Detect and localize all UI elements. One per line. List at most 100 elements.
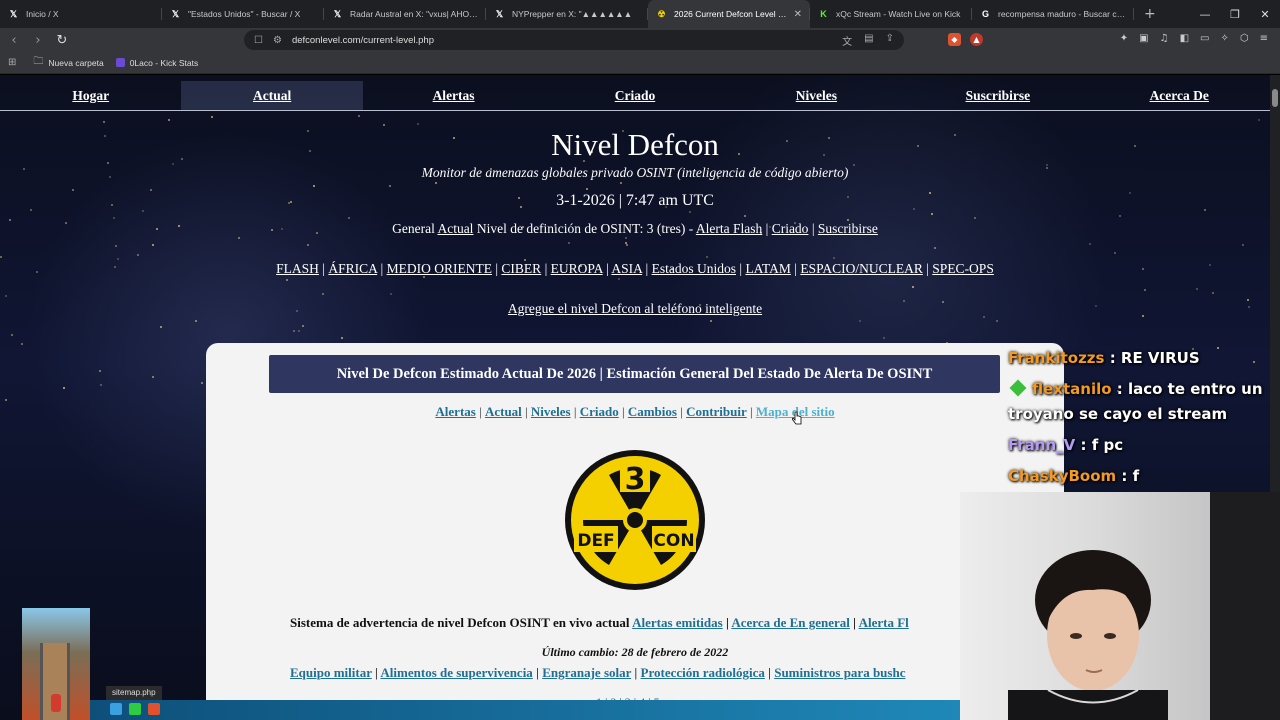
region-link[interactable]: SPEC-OPS (932, 261, 994, 276)
browser-tab[interactable]: 𝕏 NYPrepper en X: "▲▲▲▲▲▲ (486, 0, 648, 28)
split-view-icon[interactable]: ◧ (1180, 33, 1189, 44)
region-link[interactable]: ASIA (611, 261, 642, 276)
nav-link[interactable]: Criado (544, 81, 725, 110)
taskbar-app-icon[interactable] (110, 703, 122, 715)
runner-character (51, 694, 61, 712)
criado-link[interactable]: Criado (772, 221, 809, 236)
nav-link[interactable]: Hogar (0, 81, 181, 110)
region-link[interactable]: ÁFRICA (328, 261, 377, 276)
product-link[interactable]: Alimentos de supervivencia (380, 665, 532, 680)
taskbar-strip (90, 700, 960, 720)
reader-icon[interactable]: ▤ (864, 33, 873, 48)
forward-icon[interactable]: › (28, 33, 48, 48)
page-title: Nivel Defcon (551, 127, 719, 162)
scrollbar-thumb[interactable] (1272, 89, 1278, 107)
stream-chat-overlay: Frankitozzs : RE VIRUS flextanilo : laco… (1008, 346, 1270, 495)
panel-link[interactable]: Criado (580, 404, 619, 419)
panel-link[interactable]: Alertas (435, 404, 475, 419)
x-logo-icon: 𝕏 (9, 8, 18, 19)
region-link[interactable]: FLASH (276, 261, 319, 276)
window-controls: — ❐ ✕ (1190, 0, 1280, 28)
nav-link[interactable]: Suscribirse (907, 81, 1088, 110)
new-tab-icon[interactable]: + (1134, 6, 1166, 22)
nav-link[interactable]: Niveles (726, 81, 907, 110)
browser-tab[interactable]: 𝕏 Radar Austral en X: "vxus| AHORA: M (324, 0, 486, 28)
brave-app-icon[interactable] (148, 703, 160, 715)
about-general-link[interactable]: Acerca de En general (731, 615, 850, 630)
region-links: FLASH | ÁFRICA | MEDIO ORIENTE | CIBER |… (276, 261, 994, 276)
x-logo-icon: 𝕏 (171, 8, 180, 19)
product-link[interactable]: Engranaje solar (542, 665, 631, 680)
kick-app-icon[interactable] (129, 703, 141, 715)
chat-message: ChaskyBoom : f (1008, 464, 1270, 489)
flash-alert-link-2[interactable]: Alerta Fl (859, 615, 909, 630)
panel-link[interactable]: Actual (485, 404, 522, 419)
region-link[interactable]: EUROPA (551, 261, 603, 276)
close-tab-icon[interactable]: ✕ (794, 9, 802, 20)
chat-text: : f pc (1075, 436, 1124, 454)
chat-username: ChaskyBoom (1008, 467, 1117, 485)
browser-tab[interactable]: KxQc Stream - Watch Live on Kick (810, 0, 972, 28)
nav-link[interactable]: Actual (181, 81, 363, 110)
actual-link[interactable]: Actual (437, 221, 473, 236)
nav-link[interactable]: Acerca De (1089, 81, 1270, 110)
bookmark-folder[interactable]: 🗀 Nueva carpeta (33, 54, 103, 71)
last-change: Último cambio: 28 de febrero de 2022 (541, 645, 729, 659)
translate-icon[interactable]: 文 (842, 33, 852, 48)
webcam-overlay (960, 492, 1280, 720)
extensions-icon[interactable]: ✦ (1120, 33, 1128, 44)
panel-sublinks: Alertas | Actual | Niveles | Criado | Ca… (435, 404, 835, 419)
wallet-icon[interactable]: ▭ (1200, 33, 1209, 44)
vpn-icon[interactable]: ⬡ (1240, 33, 1249, 44)
brave-rewards-icon[interactable]: ▲ (970, 33, 983, 46)
smartphone-line: Agregue el nivel Defcon al teléfono inte… (0, 301, 1270, 317)
site-info-icon[interactable]: ⚙ (273, 35, 282, 46)
add-to-phone-link[interactable]: Agregue el nivel Defcon al teléfono inte… (508, 301, 762, 316)
alerts-issued-link[interactable]: Alertas emitidas (632, 615, 723, 630)
hand-cursor-icon (792, 411, 802, 425)
estimate-banner: Nivel De Defcon Estimado Actual De 2026 … (269, 355, 1000, 393)
region-link[interactable]: CIBER (501, 261, 541, 276)
page-subtitle: Monitor de amenazas globales privado OSI… (421, 165, 849, 180)
media-icon[interactable]: ♫ (1160, 33, 1169, 44)
browser-tab[interactable]: 𝕏 "Estados Unidos" - Buscar / X (162, 0, 324, 28)
tab-title: xQc Stream - Watch Live on Kick (836, 9, 961, 19)
region-link[interactable]: Estados Unidos (652, 261, 736, 276)
region-link[interactable]: MEDIO ORIENTE (387, 261, 492, 276)
product-link[interactable]: Equipo militar (290, 665, 372, 680)
menu-icon[interactable]: ≡ (1260, 33, 1268, 44)
product-link[interactable]: Suministros para bushc (774, 665, 905, 680)
tab-title: NYPrepper en X: "▲▲▲▲▲▲ (512, 9, 633, 19)
address-bar[interactable]: ☐ ⚙ defconlevel.com/current-level.php 文 … (244, 30, 904, 50)
back-icon[interactable]: ‹ (4, 33, 24, 48)
minimize-icon[interactable]: — (1190, 8, 1220, 21)
bookmark-star-icon[interactable]: ☐ (254, 35, 263, 46)
badge-def: DEF (577, 531, 614, 551)
region-link[interactable]: LATAM (745, 261, 790, 276)
reload-icon[interactable]: ↻ (52, 33, 72, 48)
close-window-icon[interactable]: ✕ (1250, 8, 1280, 21)
chat-username: Frann_V (1008, 436, 1076, 454)
panel-link[interactable]: Cambios (628, 404, 677, 419)
panel-link[interactable]: Niveles (531, 404, 571, 419)
bookmark-kick-stats[interactable]: 0Laco - Kick Stats (115, 58, 198, 68)
subway-surfers-overlay (22, 608, 90, 720)
browser-tab[interactable]: Grecompensa maduro - Buscar con G (972, 0, 1134, 28)
sidebar-icon[interactable]: ▣ (1139, 33, 1148, 44)
panel-link[interactable]: Contribuir (686, 404, 747, 419)
share-icon[interactable]: ⇪ (886, 33, 894, 48)
chat-text: : f (1116, 467, 1140, 485)
brave-shield-icon[interactable]: ◆ (948, 33, 961, 46)
region-link[interactable]: ESPACIO/NUCLEAR (800, 261, 923, 276)
nav-link[interactable]: Alertas (363, 81, 544, 110)
apps-icon[interactable]: ⊞ (8, 57, 21, 68)
subscribe-link[interactable]: Suscribirse (818, 221, 878, 236)
streamer-face-image (1008, 550, 1168, 720)
flash-alert-link[interactable]: Alerta Flash (696, 221, 762, 236)
url-text[interactable]: defconlevel.com/current-level.php (292, 35, 434, 46)
product-link[interactable]: Protección radiológica (641, 665, 765, 680)
restore-icon[interactable]: ❐ (1220, 8, 1250, 21)
browser-tab[interactable]: ☢ 2026 Current Defcon Level Toda ✕ (648, 0, 810, 28)
browser-tab[interactable]: 𝕏 Inicio / X (0, 0, 162, 28)
leo-ai-icon[interactable]: ✧ (1220, 33, 1228, 44)
